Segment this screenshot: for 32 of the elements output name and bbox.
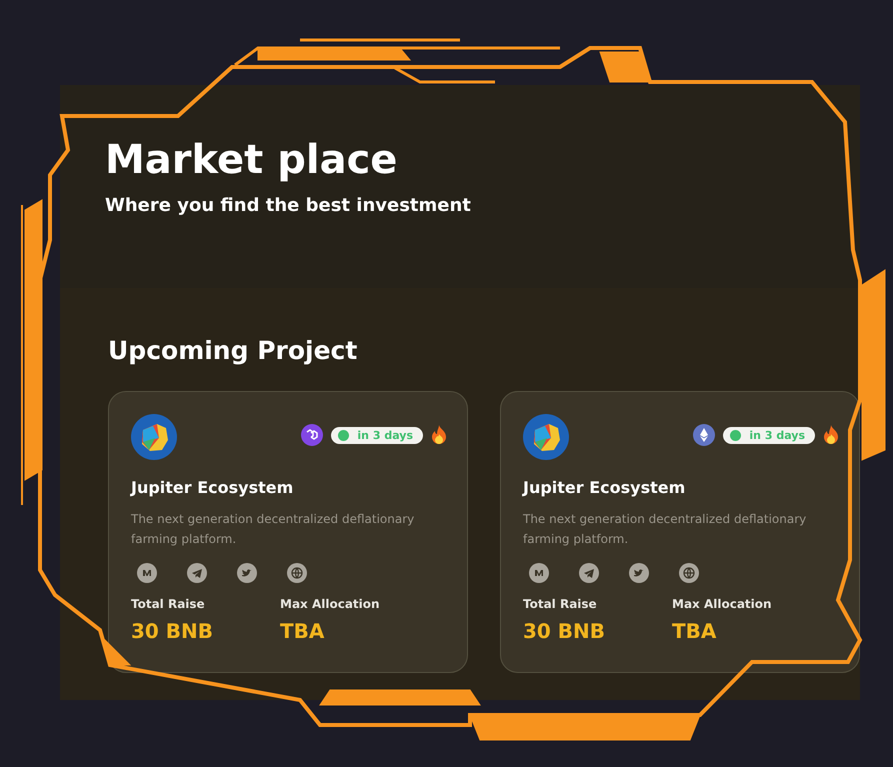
website-icon[interactable] xyxy=(679,563,699,583)
section-title: Upcoming Project xyxy=(108,336,358,365)
telegram-icon[interactable] xyxy=(579,563,599,583)
frame-plate xyxy=(104,638,132,666)
stat-label: Max Allocation xyxy=(672,597,773,611)
stat-value: TBA xyxy=(280,619,326,643)
medium-icon[interactable] xyxy=(137,563,157,583)
ethereum-icon xyxy=(693,424,716,446)
stat-value: 30 BNB xyxy=(523,619,606,643)
frame-plate xyxy=(599,52,651,82)
logo-icon xyxy=(523,414,569,460)
status-badge: in 3 days xyxy=(723,426,815,444)
project-description: The next generation decentralized deflationary farming platform. xyxy=(523,511,808,548)
project-card[interactable]: in 3 days Jupiter Ecosystem The next generation decentralized deflationary farming platform. Total Raise 30 BNB Max Allocation TBA xyxy=(500,391,860,673)
stat-label: Max Allocation xyxy=(280,597,381,611)
twitter-icon[interactable] xyxy=(629,563,649,583)
website-icon[interactable] xyxy=(287,563,307,583)
status-badge: in 3 days xyxy=(331,426,423,444)
twitter-icon[interactable] xyxy=(237,563,257,583)
project-name: Jupiter Ecosystem xyxy=(523,478,686,497)
page-title: Market place xyxy=(105,137,398,183)
logo-icon xyxy=(131,414,177,460)
stat-label: Total Raise xyxy=(523,597,598,611)
medium-icon[interactable] xyxy=(529,563,549,583)
project-name: Jupiter Ecosystem xyxy=(131,478,294,497)
stat-value: 30 BNB xyxy=(131,619,214,643)
telegram-icon[interactable] xyxy=(187,563,207,583)
project-card[interactable]: in 3 days Jupiter Ecosystem The next generation decentralized deflationary farming platform. Total Raise 30 BNB Max Allocation TBA xyxy=(108,391,468,673)
stat-label: Total Raise xyxy=(131,597,206,611)
project-description: The next generation decentralized deflationary farming platform. xyxy=(131,511,416,548)
page-subtitle: Where you find the best investment xyxy=(105,195,472,216)
stat-value: TBA xyxy=(672,619,718,643)
